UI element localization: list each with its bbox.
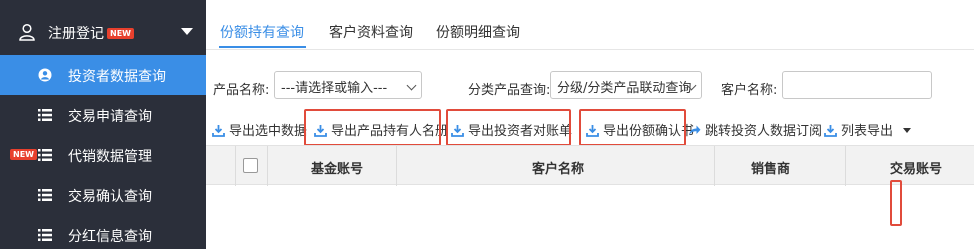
list-export-button[interactable]: 列表导出: [824, 120, 912, 139]
sidebar-group-register[interactable]: 注册登记 NEW: [0, 12, 206, 52]
list-export-label: 列表导出: [841, 124, 894, 139]
download-icon: [212, 125, 225, 137]
chevron-down-icon: [181, 28, 193, 35]
sidebar-item-label: 交易申请查询: [68, 109, 152, 125]
highlight-box: [890, 180, 902, 226]
tab-bar: 份额持有查询 客户资料查询 份额明细查询: [206, 0, 974, 50]
export-selected-button[interactable]: 导出选中数据: [212, 120, 307, 139]
sidebar: 注册登记 NEW 投资者数据查询 交易申请查询 NEW 代销数据管理 交易确认查…: [0, 0, 206, 249]
user-icon: [19, 23, 35, 41]
sidebar-item-dividend[interactable]: 分红信息查询: [0, 215, 206, 249]
sidebar-item-trade-requests[interactable]: 交易申请查询: [0, 95, 206, 135]
share-arrow-icon: [689, 125, 701, 135]
new-badge: NEW: [10, 149, 37, 160]
sidebar-group-label: 注册登记 NEW: [48, 23, 134, 43]
chevron-down-icon: [406, 80, 417, 91]
list-icon: [38, 109, 52, 121]
column-header-customer-name[interactable]: 客户名称: [532, 158, 584, 177]
product-name-select[interactable]: ---请选择或输入---: [274, 71, 422, 99]
column-divider: [845, 146, 846, 186]
active-tab-indicator: [219, 46, 306, 48]
column-divider: [267, 146, 268, 186]
jump-investor-subscription-label: 跳转投资人数据订阅: [705, 124, 823, 139]
sidebar-item-label: 投资者数据查询: [68, 69, 166, 85]
column-divider: [396, 146, 397, 186]
column-header-distributor[interactable]: 销售商: [751, 158, 790, 177]
column-divider: [235, 146, 236, 186]
export-selected-label: 导出选中数据: [229, 124, 308, 139]
column-header-trade-account[interactable]: 交易账号: [890, 158, 942, 177]
caret-down-icon: [903, 128, 912, 133]
product-name-label: 产品名称:: [213, 83, 270, 98]
sidebar-item-label: 交易确认查询: [68, 189, 152, 205]
product-name-value: ---请选择或输入---: [281, 81, 388, 96]
new-badge: NEW: [107, 28, 134, 39]
sidebar-item-label: 分红信息查询: [68, 229, 152, 245]
tab-customer-info[interactable]: 客户资料查询: [329, 22, 413, 42]
tab-share-holding[interactable]: 份额持有查询: [220, 22, 304, 42]
category-query-value: 分级/分类产品联动查询: [557, 81, 692, 96]
list-icon: [38, 149, 52, 161]
category-query-select[interactable]: 分级/分类产品联动查询: [550, 71, 702, 99]
select-all-checkbox[interactable]: [243, 158, 258, 173]
sidebar-item-agency-data[interactable]: NEW 代销数据管理: [0, 135, 206, 175]
sidebar-item-trade-confirm[interactable]: 交易确认查询: [0, 175, 206, 215]
column-divider: [714, 146, 715, 186]
table-header: 基金账号 客户名称 销售商 交易账号: [206, 145, 974, 186]
main-panel: 份额持有查询 客户资料查询 份额明细查询 产品名称: ---请选择或输入--- …: [206, 0, 974, 249]
list-icon: [38, 229, 52, 241]
jump-investor-subscription-button[interactable]: 跳转投资人数据订阅: [688, 120, 822, 139]
tab-share-detail[interactable]: 份额明细查询: [436, 22, 520, 42]
highlight-box: [579, 109, 686, 146]
customer-name-input[interactable]: [782, 71, 932, 99]
highlight-box: [304, 109, 441, 146]
list-icon: [38, 189, 52, 201]
download-icon: [824, 125, 837, 137]
column-header-fund-account[interactable]: 基金账号: [311, 158, 363, 177]
customer-name-label: 客户名称:: [721, 83, 778, 98]
sidebar-item-label: 代销数据管理: [68, 149, 152, 165]
sidebar-item-investor-data[interactable]: 投资者数据查询: [0, 55, 206, 95]
category-query-label: 分类产品查询:: [468, 83, 551, 98]
highlight-box: [446, 109, 571, 146]
user-circle-icon: [38, 68, 52, 82]
